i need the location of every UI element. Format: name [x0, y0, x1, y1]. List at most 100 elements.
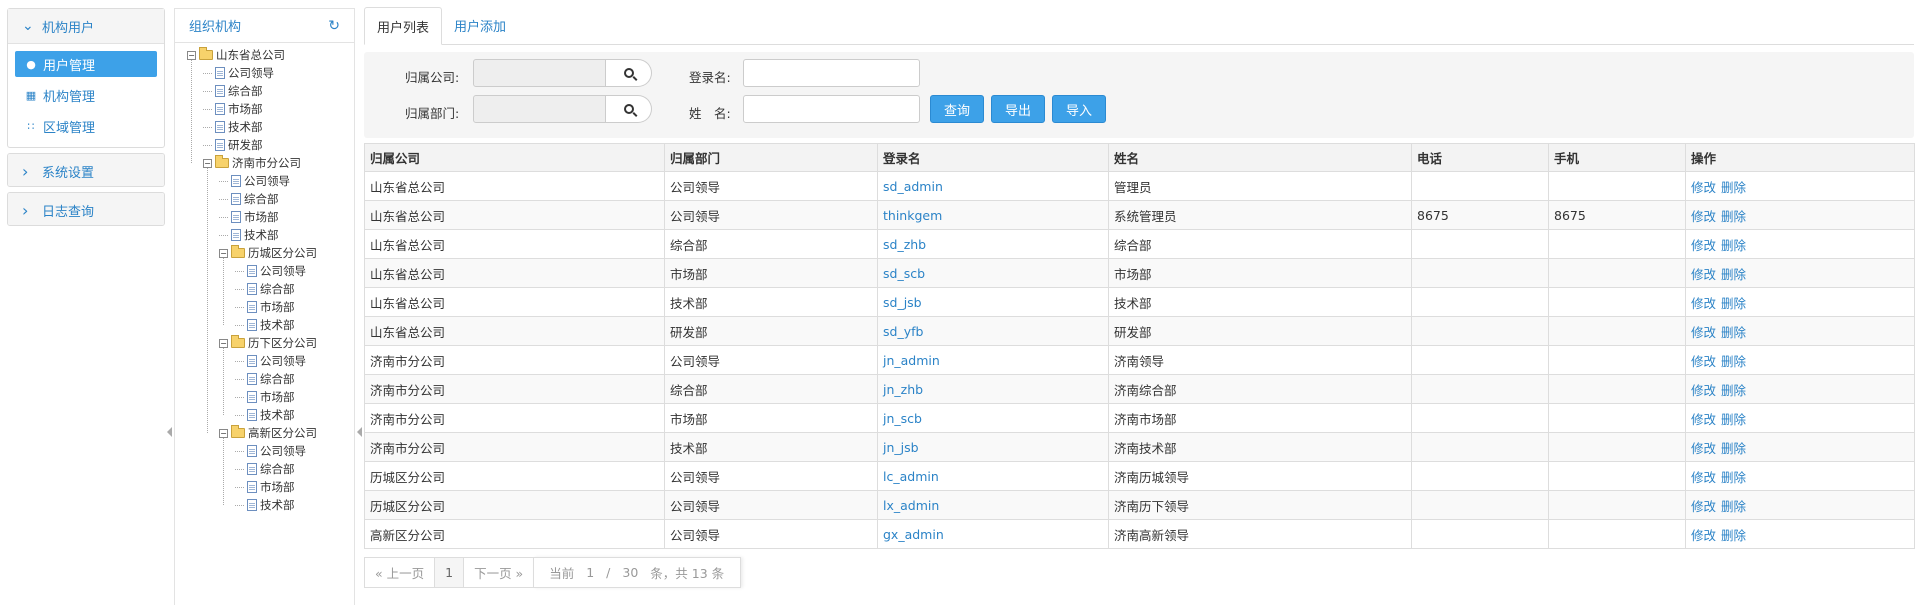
page-number-button[interactable]: 1 — [434, 557, 465, 588]
col-header-login[interactable]: 登录名 — [877, 143, 1109, 172]
col-header-name[interactable]: 姓名 — [1108, 143, 1412, 172]
refresh-icon[interactable]: ↻ — [328, 18, 340, 34]
edit-link[interactable]: 修改 — [1691, 209, 1716, 224]
collapse-toggle-icon[interactable]: − — [203, 158, 212, 168]
delete-link[interactable]: 删除 — [1721, 267, 1746, 282]
cell-login[interactable]: sd_zhb — [877, 229, 1109, 259]
cell-login[interactable]: jn_zhb — [877, 374, 1109, 404]
collapse-toggle-icon[interactable]: − — [219, 338, 228, 348]
tree-node-leaf[interactable]: 技术部 — [235, 407, 295, 423]
menu-item-1[interactable]: ▦ 机构管理 — [15, 82, 157, 108]
tab-user-list[interactable]: 用户列表 — [364, 7, 443, 45]
tree-node-subbranch[interactable]: − 高新区分公司 — [219, 425, 317, 441]
tree-node-leaf[interactable]: 市场部 — [235, 299, 295, 315]
delete-link[interactable]: 删除 — [1721, 354, 1746, 369]
edit-link[interactable]: 修改 — [1691, 499, 1716, 514]
menu-group-header[interactable]: › 系统设置 — [8, 154, 164, 186]
cell-login[interactable]: lc_admin — [877, 461, 1109, 491]
tree-node-leaf[interactable]: 综合部 — [203, 83, 263, 99]
tree-node-leaf[interactable]: 技术部 — [235, 497, 295, 513]
delete-link[interactable]: 删除 — [1721, 499, 1746, 514]
current-page-input[interactable]: 1 — [586, 565, 594, 580]
delete-link[interactable]: 删除 — [1721, 325, 1746, 340]
delete-link[interactable]: 删除 — [1721, 296, 1746, 311]
cell-login[interactable]: jn_scb — [877, 403, 1109, 433]
collapse-left-icon[interactable] — [167, 427, 172, 437]
tree-node-leaf[interactable]: 综合部 — [235, 461, 295, 477]
login-name-input[interactable] — [743, 59, 920, 87]
tree-node-subbranch[interactable]: − 历城区分公司 — [219, 245, 317, 261]
delete-link[interactable]: 删除 — [1721, 238, 1746, 253]
tree-node-leaf[interactable]: 技术部 — [219, 227, 279, 243]
tree-node-leaf[interactable]: 市场部 — [203, 101, 263, 117]
tree-node-leaf[interactable]: 研发部 — [203, 137, 263, 153]
delete-link[interactable]: 删除 — [1721, 412, 1746, 427]
col-header-company[interactable]: 归属公司 — [364, 143, 665, 172]
tree-node-subbranch[interactable]: − 历下区分公司 — [219, 335, 317, 351]
tree-node-leaf[interactable]: 市场部 — [219, 209, 279, 225]
edit-link[interactable]: 修改 — [1691, 267, 1716, 282]
tree-node-leaf[interactable]: 综合部 — [219, 191, 279, 207]
tree-node-leaf[interactable]: 技术部 — [235, 317, 295, 333]
tree-node-leaf[interactable]: 公司领导 — [203, 65, 274, 81]
edit-link[interactable]: 修改 — [1691, 238, 1716, 253]
edit-link[interactable]: 修改 — [1691, 296, 1716, 311]
col-header-dept[interactable]: 归属部门 — [664, 143, 878, 172]
menu-item-2[interactable]: ∷ 区域管理 — [15, 113, 157, 139]
tree-node-leaf[interactable]: 综合部 — [235, 371, 295, 387]
import-button[interactable]: 导入 — [1052, 95, 1106, 123]
delete-link[interactable]: 删除 — [1721, 383, 1746, 398]
page-size-input[interactable]: 30 — [622, 565, 638, 580]
cell-login[interactable]: sd_admin — [877, 171, 1109, 201]
collapse-tree-icon[interactable] — [357, 427, 362, 437]
tree-node-branch[interactable]: − 济南市分公司 — [203, 155, 301, 171]
edit-link[interactable]: 修改 — [1691, 528, 1716, 543]
tab-user-add[interactable]: 用户添加 — [442, 7, 518, 44]
company-input[interactable] — [473, 59, 606, 87]
tree-node-leaf[interactable]: 公司领导 — [219, 173, 290, 189]
tree-node-leaf[interactable]: 市场部 — [235, 479, 295, 495]
cell-login[interactable]: thinkgem — [877, 200, 1109, 230]
tree-node-leaf[interactable]: 综合部 — [235, 281, 295, 297]
delete-link[interactable]: 删除 — [1721, 528, 1746, 543]
delete-link[interactable]: 删除 — [1721, 180, 1746, 195]
name-input[interactable] — [743, 95, 920, 123]
cell-login[interactable]: lx_admin — [877, 490, 1109, 520]
company-search-button[interactable] — [606, 59, 652, 87]
cell-login[interactable]: sd_yfb — [877, 316, 1109, 346]
next-page-button[interactable]: 下一页 » — [463, 557, 535, 588]
edit-link[interactable]: 修改 — [1691, 470, 1716, 485]
query-button[interactable]: 查询 — [930, 95, 984, 123]
edit-link[interactable]: 修改 — [1691, 412, 1716, 427]
edit-link[interactable]: 修改 — [1691, 354, 1716, 369]
tree-node-leaf[interactable]: 技术部 — [203, 119, 263, 135]
menu-splitter[interactable] — [167, 0, 173, 605]
delete-link[interactable]: 删除 — [1721, 209, 1746, 224]
dept-input[interactable] — [473, 95, 606, 123]
edit-link[interactable]: 修改 — [1691, 441, 1716, 456]
edit-link[interactable]: 修改 — [1691, 180, 1716, 195]
edit-link[interactable]: 修改 — [1691, 325, 1716, 340]
delete-link[interactable]: 删除 — [1721, 470, 1746, 485]
cell-login[interactable]: sd_jsb — [877, 287, 1109, 317]
menu-group-header[interactable]: › 日志查询 — [8, 193, 164, 225]
delete-link[interactable]: 删除 — [1721, 441, 1746, 456]
tree-splitter[interactable] — [357, 0, 363, 605]
collapse-toggle-icon[interactable]: − — [219, 248, 228, 258]
menu-item-0[interactable]: ● 用户管理 — [15, 51, 157, 77]
cell-login[interactable]: sd_scb — [877, 258, 1109, 288]
export-button[interactable]: 导出 — [991, 95, 1045, 123]
cell-login[interactable]: jn_admin — [877, 345, 1109, 375]
tree-node-root[interactable]: − 山东省总公司 — [187, 47, 285, 63]
cell-login[interactable]: jn_jsb — [877, 432, 1109, 462]
tree-node-leaf[interactable]: 公司领导 — [235, 263, 306, 279]
prev-page-button[interactable]: « 上一页 — [364, 557, 436, 588]
edit-link[interactable]: 修改 — [1691, 383, 1716, 398]
dept-search-button[interactable] — [606, 95, 652, 123]
tree-node-leaf[interactable]: 公司领导 — [235, 353, 306, 369]
collapse-toggle-icon[interactable]: − — [187, 50, 196, 60]
tree-node-leaf[interactable]: 公司领导 — [235, 443, 306, 459]
cell-login[interactable]: gx_admin — [877, 519, 1109, 549]
tree-node-leaf[interactable]: 市场部 — [235, 389, 295, 405]
menu-group-header[interactable]: ⌄ 机构用户 — [8, 9, 164, 43]
